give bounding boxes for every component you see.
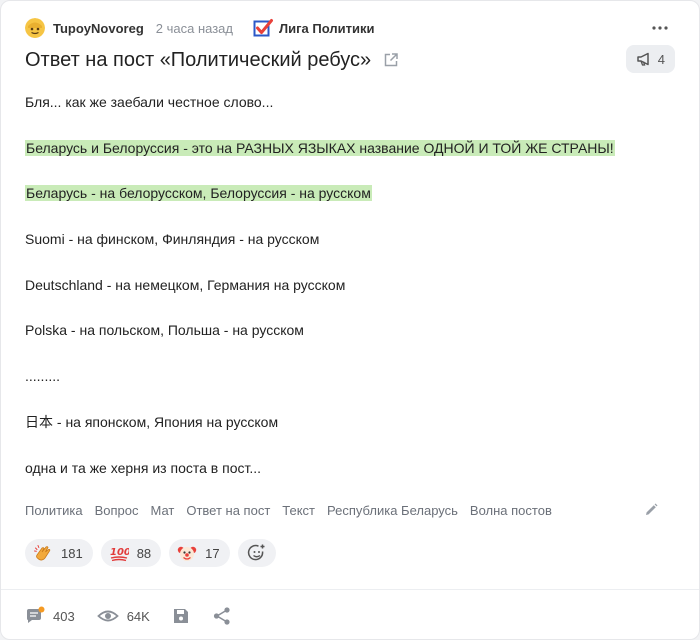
paragraph: Polska - на польском, Польша - на русско…	[25, 322, 304, 338]
reply-posts-badge[interactable]: 4	[625, 45, 675, 73]
paragraph: Suomi - на финском, Финляндия - на русск…	[25, 231, 320, 247]
reactions-bar: 181 100 88 17	[25, 539, 276, 567]
comments-count: 403	[53, 608, 75, 624]
paragraph: Deutschland - на немецком, Германия на р…	[25, 277, 346, 293]
community-logo-icon	[253, 19, 273, 37]
highlight-text: Беларусь - на белорусском, Белоруссия - …	[25, 185, 372, 201]
views-count: 64K	[126, 608, 150, 624]
tag-text[interactable]: Текст	[282, 503, 315, 518]
tag-question[interactable]: Вопрос	[95, 503, 139, 518]
title-row: Ответ на пост «Политический ребус» 4	[25, 45, 675, 75]
tag-post-wave[interactable]: Волна постов	[470, 503, 552, 518]
tag-belarus[interactable]: Республика Беларусь	[327, 503, 458, 518]
clown-face-icon	[177, 546, 197, 561]
paragraph: 日本 - на японском, Япония на русском	[25, 414, 279, 430]
reaction-count: 181	[61, 545, 83, 561]
paragraph: одна и та же херня из поста в пост...	[25, 460, 262, 476]
author-avatar[interactable]	[25, 18, 45, 38]
post-card: TupoyNovoreg 2 часа назад Лига Политики …	[0, 0, 700, 640]
post-title[interactable]: Ответ на пост «Политический ребус»	[25, 49, 371, 72]
megaphone-icon	[637, 52, 649, 66]
community-name: Лига Политики	[279, 20, 375, 36]
clapping-hands-icon	[34, 545, 51, 561]
community-link[interactable]: Лига Политики	[253, 18, 374, 38]
more-options-button[interactable]	[649, 19, 671, 37]
comments-button[interactable]: 403	[25, 606, 75, 626]
paragraph: Бля... как же заебали честное слово...	[25, 94, 274, 110]
reaction-hundred[interactable]: 100 88	[100, 539, 162, 567]
more-dots-icon	[652, 26, 668, 30]
add-reaction-smiley-icon	[247, 544, 265, 561]
hundred-points-icon: 100	[110, 547, 129, 562]
comment-icon	[27, 606, 45, 623]
reply-posts-count: 4	[657, 51, 665, 67]
external-link-icon[interactable]	[383, 52, 399, 68]
add-reaction-button[interactable]	[237, 539, 276, 567]
paragraph: .........	[25, 368, 61, 384]
highlighted-paragraph: Беларусь и Белоруссия - это на РАЗНЫХ ЯЗ…	[25, 139, 615, 157]
reaction-clap[interactable]: 181	[25, 539, 93, 567]
eye-icon	[96, 610, 119, 622]
edit-tags-pencil-icon[interactable]	[643, 502, 659, 518]
save-floppy-icon	[173, 609, 188, 623]
tag-reply-post[interactable]: Ответ на пост	[186, 503, 270, 518]
reaction-clown[interactable]: 17	[169, 539, 230, 567]
reaction-count: 17	[205, 545, 220, 561]
tag-list: Политика Вопрос Мат Ответ на пост Текст …	[25, 501, 675, 519]
footer-divider	[1, 589, 699, 590]
post-header: TupoyNovoreg 2 часа назад Лига Политики	[25, 15, 675, 41]
highlight-text: Беларусь и Белоруссия - это на РАЗНЫХ ЯЗ…	[25, 140, 615, 156]
share-icon	[213, 607, 230, 625]
share-button[interactable]	[212, 606, 232, 626]
save-button[interactable]	[172, 607, 190, 625]
tag-politics[interactable]: Политика	[25, 503, 83, 518]
views-counter: 64K	[96, 606, 150, 626]
highlighted-paragraph: Беларусь - на белорусском, Белоруссия - …	[25, 184, 372, 202]
post-time: 2 часа назад	[155, 20, 233, 36]
tag-mat[interactable]: Мат	[150, 503, 174, 518]
reaction-count: 88	[136, 545, 152, 561]
post-footer: 403 64K	[25, 605, 254, 627]
author-name[interactable]: TupoyNovoreg	[53, 21, 144, 36]
